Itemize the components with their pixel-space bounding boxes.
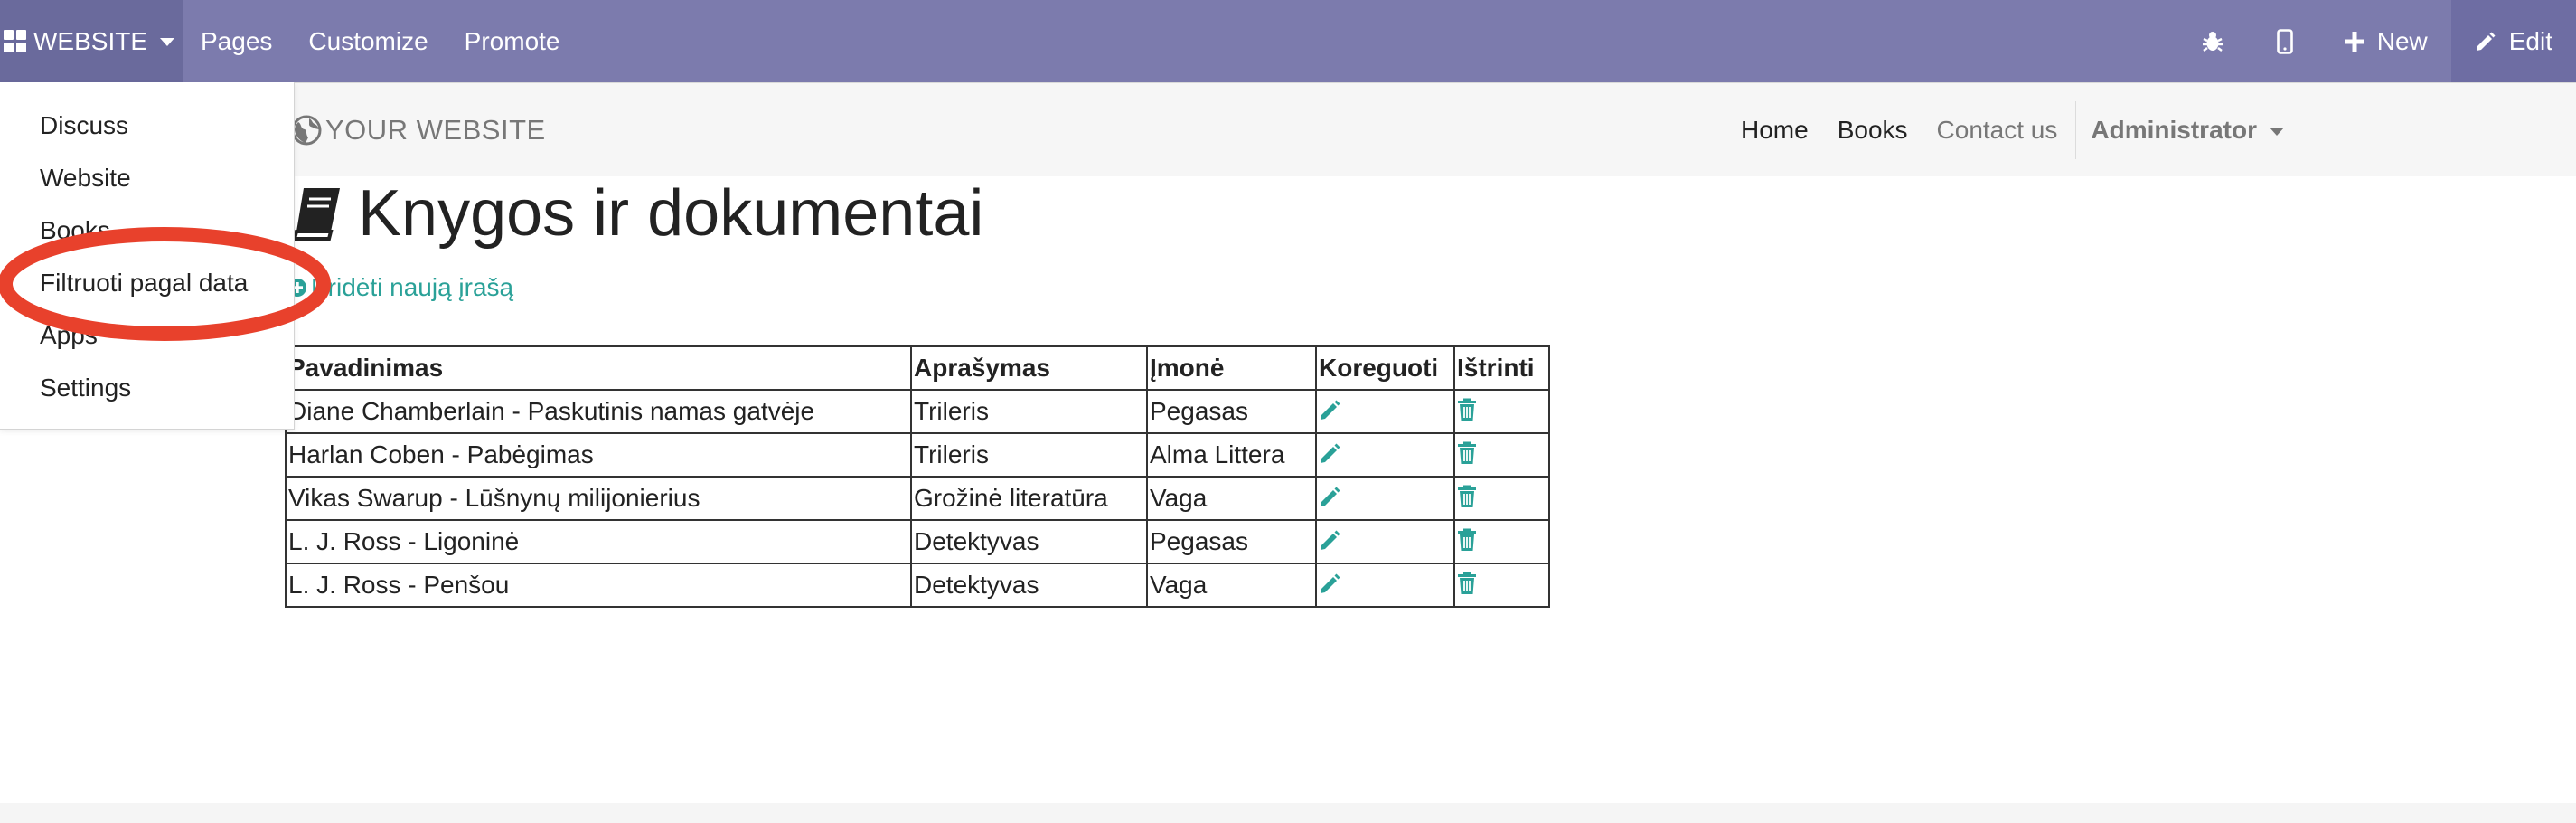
column-header-delete: Ištrinti xyxy=(1453,345,1550,391)
cell-title: Diane Chamberlain - Paskutinis namas gat… xyxy=(285,389,912,434)
menu-item-apps[interactable]: Apps xyxy=(0,309,294,362)
nav-contact-us[interactable]: Contact us xyxy=(1923,116,2073,145)
cell-title: L. J. Ross - Ligoninė xyxy=(285,519,912,564)
nav-home[interactable]: Home xyxy=(1726,116,1823,145)
pencil-icon[interactable] xyxy=(1319,570,1342,597)
table-row: L. J. Ross - Penšou Detektyvas Vaga xyxy=(285,563,1550,608)
top-menu: Pages Customize Promote xyxy=(183,0,578,82)
top-menu-customize[interactable]: Customize xyxy=(290,0,446,82)
apps-grid-icon xyxy=(4,30,26,52)
site-header: YOUR WEBSITE Home Books Contact us Admin… xyxy=(0,82,2576,176)
top-menu-pages[interactable]: Pages xyxy=(183,0,290,82)
cell-company: Vaga xyxy=(1146,563,1317,608)
cell-description: Detektyvas xyxy=(910,563,1148,608)
table-row: Vikas Swarup - Lūšnynų milijonierius Gro… xyxy=(285,476,1550,521)
site-logo[interactable]: YOUR WEBSITE xyxy=(291,114,546,147)
apps-dropdown-menu: Discuss Website Books Filtruoti pagal da… xyxy=(0,82,295,430)
cell-description: Trileris xyxy=(910,432,1148,478)
menu-item-website[interactable]: Website xyxy=(0,152,294,204)
table-header-row: Pavadinimas Aprašymas Įmonė Koreguoti Iš… xyxy=(285,345,1550,391)
caret-down-icon xyxy=(2269,127,2284,136)
cell-title: L. J. Ross - Penšou xyxy=(285,563,912,608)
apps-menu-label: WEBSITE xyxy=(33,26,148,55)
mobile-icon xyxy=(2276,28,2293,54)
nav-books[interactable]: Books xyxy=(1823,116,1923,145)
cell-delete xyxy=(1453,389,1550,434)
top-bar-actions: New Edit xyxy=(2176,0,2576,82)
column-header-title: Pavadinimas xyxy=(285,345,912,391)
debug-button[interactable] xyxy=(2176,0,2249,82)
menu-item-discuss[interactable]: Discuss xyxy=(0,99,294,152)
menu-item-filter-by-date[interactable]: Filtruoti pagal data xyxy=(0,257,294,309)
book-icon xyxy=(292,188,340,241)
pencil-icon[interactable] xyxy=(1319,526,1342,553)
globe-icon xyxy=(291,115,322,146)
add-record-label: Pridėti naują įrašą xyxy=(311,273,514,301)
cell-company: Pegasas xyxy=(1146,519,1317,564)
add-record-link[interactable]: Pridėti naują įrašą xyxy=(287,273,513,302)
admin-top-bar: WEBSITE Pages Customize Promote New Edit xyxy=(0,0,2576,82)
menu-item-books[interactable]: Books xyxy=(0,204,294,257)
cell-edit xyxy=(1315,432,1455,478)
pencil-icon[interactable] xyxy=(1319,396,1342,423)
user-name: Administrator xyxy=(2091,116,2257,144)
cell-title: Vikas Swarup - Lūšnynų milijonierius xyxy=(285,476,912,521)
cell-delete xyxy=(1453,432,1550,478)
page-heading: Knygos ir dokumentai xyxy=(358,177,984,250)
records-table: Pavadinimas Aprašymas Įmonė Koreguoti Iš… xyxy=(285,345,1550,608)
column-header-description: Aprašymas xyxy=(910,345,1148,391)
top-menu-promote[interactable]: Promote xyxy=(447,0,578,82)
cell-description: Grožinė literatūra xyxy=(910,476,1148,521)
site-logo-text: YOUR WEBSITE xyxy=(325,114,546,146)
new-button-label: New xyxy=(2376,26,2428,55)
table-row: Diane Chamberlain - Paskutinis namas gat… xyxy=(285,389,1550,434)
user-menu-toggle[interactable]: Administrator xyxy=(2087,116,2284,145)
apps-menu-toggle[interactable]: WEBSITE xyxy=(0,0,183,82)
cell-company: Pegasas xyxy=(1146,389,1317,434)
menu-item-settings[interactable]: Settings xyxy=(0,362,294,414)
page-footer-strip xyxy=(0,803,2576,823)
trash-icon[interactable] xyxy=(1457,440,1477,467)
plus-icon xyxy=(2344,31,2364,52)
cell-delete xyxy=(1453,563,1550,608)
column-header-company: Įmonė xyxy=(1146,345,1317,391)
column-header-edit: Koreguoti xyxy=(1315,345,1455,391)
cell-edit xyxy=(1315,476,1455,521)
trash-icon[interactable] xyxy=(1457,570,1477,597)
bug-icon xyxy=(2202,31,2223,52)
pencil-icon[interactable] xyxy=(1319,440,1342,467)
cell-edit xyxy=(1315,519,1455,564)
trash-icon[interactable] xyxy=(1457,396,1477,423)
edit-button-label: Edit xyxy=(2508,26,2552,55)
caret-down-icon xyxy=(160,38,175,46)
page-title: Knygos ir dokumentai xyxy=(291,181,983,246)
pencil-icon[interactable] xyxy=(1319,483,1342,510)
edit-button[interactable]: Edit xyxy=(2450,0,2576,82)
cell-company: Vaga xyxy=(1146,476,1317,521)
cell-title: Harlan Coben - Pabėgimas xyxy=(285,432,912,478)
cell-description: Trileris xyxy=(910,389,1148,434)
pencil-icon xyxy=(2476,32,2496,51)
mobile-preview-button[interactable] xyxy=(2249,0,2321,82)
new-button[interactable]: New xyxy=(2321,0,2451,82)
cell-company: Alma Littera xyxy=(1146,432,1317,478)
nav-divider xyxy=(2075,101,2077,159)
site-nav: Home Books Contact us Administrator xyxy=(1726,83,2284,177)
table-row: Harlan Coben - Pabėgimas Trileris Alma L… xyxy=(285,432,1550,478)
cell-delete xyxy=(1453,519,1550,564)
trash-icon[interactable] xyxy=(1457,526,1477,553)
trash-icon[interactable] xyxy=(1457,483,1477,510)
table-row: L. J. Ross - Ligoninė Detektyvas Pegasas xyxy=(285,519,1550,564)
cell-delete xyxy=(1453,476,1550,521)
cell-description: Detektyvas xyxy=(910,519,1148,564)
cell-edit xyxy=(1315,389,1455,434)
cell-edit xyxy=(1315,563,1455,608)
